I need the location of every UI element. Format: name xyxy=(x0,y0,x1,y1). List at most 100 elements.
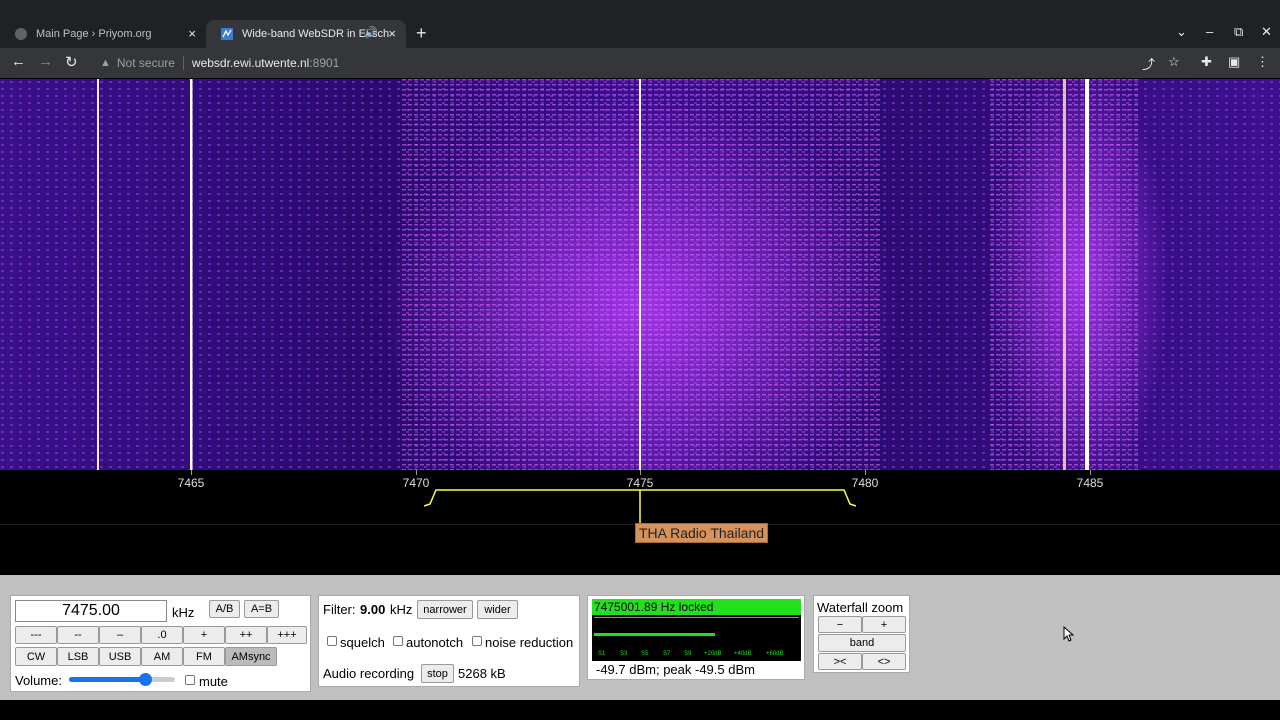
mode-amsync-button[interactable]: AMsync xyxy=(225,647,277,666)
khz-label: kHz xyxy=(172,605,195,620)
step-up-small-button[interactable]: + xyxy=(183,626,225,644)
mode-fm-button[interactable]: FM xyxy=(183,647,225,666)
waterfall-display[interactable] xyxy=(0,79,1280,470)
carrier-line-2 xyxy=(190,79,193,470)
stop-recording-button[interactable]: stop xyxy=(421,664,454,683)
scale-label: +40dB xyxy=(734,651,752,657)
speaker-icon[interactable]: 🔊 xyxy=(364,26,378,39)
websdr-favicon-icon xyxy=(221,28,233,40)
signal-readout: -49.7 dBm; peak -49.5 dBm xyxy=(596,662,755,677)
audio-recording-label: Audio recording xyxy=(323,666,415,681)
control-panel-area: kHz A/B A=B --- -- – .0 + ++ +++ CW LSB … xyxy=(0,575,1280,700)
round-button[interactable]: .0 xyxy=(141,626,183,644)
share-icon[interactable]: ⤴ xyxy=(1142,54,1155,73)
zoom-in-button[interactable]: + xyxy=(862,616,906,633)
close-tab-icon[interactable]: × xyxy=(388,26,396,41)
station-label[interactable]: THA Radio Thailand xyxy=(635,523,769,543)
lock-status: 7475001.89 Hz locked xyxy=(592,599,801,615)
step-up-medium-button[interactable]: ++ xyxy=(225,626,267,644)
ab-button[interactable]: A/B xyxy=(209,600,240,618)
autonotch-label: autonotch xyxy=(406,635,464,650)
minimize-icon[interactable]: – xyxy=(1206,24,1213,39)
recording-size: 5268 kB xyxy=(458,666,506,681)
wider-button[interactable]: wider xyxy=(477,600,518,619)
volume-knob[interactable] xyxy=(139,673,153,686)
carrier-line-4 xyxy=(1063,79,1066,470)
tab-title: Main Page › Priyom.org xyxy=(36,28,152,40)
mode-am-button[interactable]: AM xyxy=(141,647,183,666)
step-up-large-button[interactable]: +++ xyxy=(267,626,307,644)
scale-label: +60dB xyxy=(766,651,784,657)
zoom-wide-button[interactable]: <> xyxy=(862,653,906,670)
squelch-label: squelch xyxy=(340,635,385,650)
side-panel-icon[interactable]: ▣ xyxy=(1228,54,1240,70)
noise-reduction-label: noise reduction xyxy=(485,635,574,650)
step-down-small-button[interactable]: – xyxy=(99,626,141,644)
url-port: :8901 xyxy=(309,56,340,70)
tab-search-icon[interactable]: ⌄ xyxy=(1176,24,1187,40)
narrower-button[interactable]: narrower xyxy=(417,600,473,619)
tick-mark xyxy=(1090,470,1091,475)
reload-icon[interactable]: ↻ xyxy=(65,53,78,71)
zoom-narrow-button[interactable]: >< xyxy=(818,653,862,670)
tab-websdr[interactable]: Wide-band WebSDR in Ensch 🔊 × xyxy=(206,20,406,48)
scale-label: S1 xyxy=(598,651,606,657)
frequency-scale[interactable]: 7465 7470 7475 7480 7485 THA Radio Thail… xyxy=(0,470,1280,575)
warning-icon[interactable]: ▲ xyxy=(100,57,111,69)
autonotch-checkbox[interactable] xyxy=(393,636,403,646)
zoom-title: Waterfall zoom xyxy=(817,600,904,615)
zoom-out-button[interactable]: − xyxy=(818,616,862,633)
signal-meter-panel: 7475001.89 Hz locked S1 S3 S5 S7 S9 +20d… xyxy=(587,595,805,680)
waterfall-zoom-panel: Waterfall zoom − + band >< <> xyxy=(813,595,910,673)
tab-priyom[interactable]: Main Page › Priyom.org × xyxy=(0,20,206,48)
filter-unit: kHz xyxy=(390,602,413,617)
back-icon[interactable]: ← xyxy=(11,53,26,70)
priyom-favicon-icon xyxy=(15,28,27,40)
volume-label: Volume: xyxy=(15,673,62,688)
tick-mark xyxy=(865,470,866,475)
carrier-line-center xyxy=(639,79,641,470)
browser-toolbar: ← → ↻ ▲ Not secure websdr.ewi.utwente.nl… xyxy=(0,48,1280,78)
scale-label: S9 xyxy=(684,651,692,657)
meter-display: 7475001.89 Hz locked S1 S3 S5 S7 S9 +20d… xyxy=(592,599,801,661)
close-window-icon[interactable]: ✕ xyxy=(1261,24,1272,40)
tick-mark xyxy=(416,470,417,475)
address-bar[interactable]: ▲ Not secure websdr.ewi.utwente.nl :8901 xyxy=(92,50,1192,76)
filter-value: 9.00 xyxy=(360,602,386,617)
security-label: Not secure xyxy=(116,56,175,70)
tuning-panel: kHz A/B A=B --- -- – .0 + ++ +++ CW LSB … xyxy=(10,595,311,692)
step-down-large-button[interactable]: --- xyxy=(15,626,57,644)
noise-reduction-checkbox[interactable] xyxy=(472,636,482,646)
close-tab-icon[interactable]: × xyxy=(188,26,196,41)
scale-label: S5 xyxy=(641,651,649,657)
scale-label: S7 xyxy=(663,651,671,657)
menu-icon[interactable]: ⋮ xyxy=(1256,54,1269,70)
mute-label: mute xyxy=(199,674,228,689)
tick-mark xyxy=(191,470,192,475)
mute-checkbox[interactable] xyxy=(185,675,195,685)
zoom-band-button[interactable]: band xyxy=(818,634,906,652)
step-down-medium-button[interactable]: -- xyxy=(57,626,99,644)
mode-usb-button[interactable]: USB xyxy=(99,647,141,666)
restore-icon[interactable]: ⧉ xyxy=(1234,24,1243,40)
volume-fill xyxy=(69,677,146,682)
forward-icon[interactable]: → xyxy=(38,53,53,70)
tick-mark xyxy=(640,470,641,475)
mode-lsb-button[interactable]: LSB xyxy=(57,647,99,666)
mode-cw-button[interactable]: CW xyxy=(15,647,57,666)
squelch-checkbox[interactable] xyxy=(327,636,337,646)
bottom-bar xyxy=(0,700,1280,720)
extensions-icon[interactable]: ✚ xyxy=(1201,54,1212,70)
tick-label: 7485 xyxy=(1076,476,1104,490)
bookmark-star-icon[interactable]: ☆ xyxy=(1168,54,1180,70)
carrier-line-1 xyxy=(97,79,99,470)
scale-label: +20dB xyxy=(704,651,722,657)
volume-slider[interactable] xyxy=(69,673,175,686)
new-tab-button[interactable]: + xyxy=(416,23,427,44)
carrier-line-3 xyxy=(1085,79,1089,470)
browser-tabbar: Main Page › Priyom.org × Wide-band WebSD… xyxy=(0,0,1280,48)
a-equals-b-button[interactable]: A=B xyxy=(244,600,279,618)
tick-label: 7465 xyxy=(177,476,205,490)
omnibox-separator xyxy=(182,56,184,70)
frequency-input[interactable] xyxy=(15,600,167,622)
